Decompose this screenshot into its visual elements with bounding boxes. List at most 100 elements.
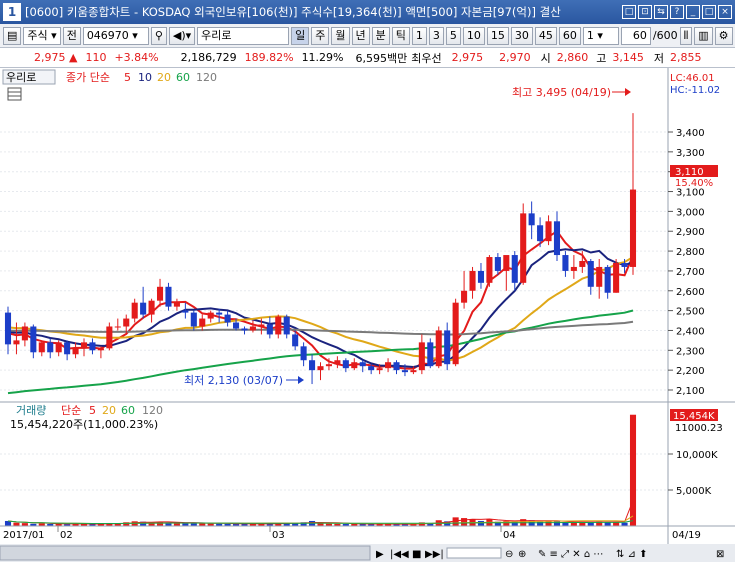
help-icon[interactable]: ?: [670, 5, 684, 19]
indicator-icon[interactable]: ▥: [694, 26, 713, 45]
candle-body: [207, 312, 214, 319]
candle-body: [275, 316, 282, 335]
count-input[interactable]: 60: [620, 26, 651, 45]
candle-body: [410, 370, 417, 373]
best-bid: 2,975: [451, 51, 484, 64]
candle-body: [511, 255, 518, 283]
speaker-icon[interactable]: ◀)▾: [168, 26, 196, 45]
x-label-mar: 03: [272, 530, 285, 541]
candle-body: [418, 342, 425, 371]
volume-panel-name[interactable]: 거래량: [16, 404, 46, 417]
min-price-label: 최저 2,130 (03/07): [184, 374, 283, 387]
period-day-button[interactable]: 일: [291, 26, 310, 45]
price-change: 110: [85, 51, 107, 64]
period-year-button[interactable]: 년: [351, 26, 370, 45]
lock-icon[interactable]: ⊡: [638, 5, 652, 19]
zoom-in-icon[interactable]: ⊕: [518, 549, 526, 560]
candle-body: [148, 300, 155, 315]
interval-5-button[interactable]: 5: [445, 26, 461, 45]
candle-body: [494, 257, 501, 271]
zoom-out-icon[interactable]: ⊖: [505, 549, 513, 560]
best-ask: 2,970: [499, 51, 531, 64]
volume-bar: [553, 521, 561, 526]
volume-bar: [629, 414, 637, 526]
interval-1-button[interactable]: 1: [411, 26, 427, 45]
volume-indicator-name[interactable]: 단순: [61, 404, 81, 417]
turnover-ratio: 11.29%: [301, 51, 344, 64]
scroll-track[interactable]: [0, 545, 371, 561]
price-tick-label: 2,300: [676, 346, 705, 357]
candle-body: [401, 370, 408, 373]
table-toggle-icon[interactable]: [7, 87, 22, 101]
interval-select[interactable]: 1 ▾: [582, 26, 619, 45]
restore-icon[interactable]: □: [622, 5, 636, 19]
rewind-icon[interactable]: |◀◀: [390, 549, 409, 560]
vol-ma-60-label: 60: [121, 404, 135, 417]
ma-5-label: 5: [124, 71, 131, 84]
price-tick-label: 2,800: [676, 247, 705, 258]
candle-body: [368, 366, 375, 371]
draw-tools-icon[interactable]: ✎ ≡ ⤢ ✕ ⌂ ⋯: [538, 549, 603, 560]
volume-bar: [477, 520, 485, 526]
scroll-right-icon[interactable]: ▶: [376, 549, 384, 560]
zoom-slider[interactable]: [446, 547, 502, 559]
interval-45-button[interactable]: 45: [534, 26, 557, 45]
zoom-icon[interactable]: ⫴: [679, 26, 693, 45]
price-tick-label: 2,100: [676, 386, 705, 397]
candle-body: [199, 318, 206, 327]
interval-3-button[interactable]: 3: [428, 26, 444, 45]
volume-bar: [461, 518, 468, 526]
stock-code-input[interactable]: 046970 ▾: [82, 26, 149, 45]
candle-body: [587, 261, 594, 287]
interval-30-button[interactable]: 30: [510, 26, 533, 45]
count-total: /600: [652, 29, 678, 42]
settings-icon[interactable]: ⚙: [714, 26, 733, 45]
period-tick-button[interactable]: 틱: [391, 26, 410, 45]
best-bid-label: 최우선: [411, 51, 442, 65]
period-month-button[interactable]: 월: [331, 26, 350, 45]
maximize-icon[interactable]: □: [702, 5, 716, 19]
jeon-button[interactable]: 전: [62, 26, 81, 45]
candle-body: [469, 270, 476, 291]
transfer-icon[interactable]: ⇆: [654, 5, 668, 19]
interval-60-button[interactable]: 60: [558, 26, 581, 45]
period-minute-button[interactable]: 분: [371, 26, 390, 45]
interval-10-button[interactable]: 10: [462, 26, 485, 45]
open-label: 시: [540, 51, 551, 65]
candle-body: [629, 189, 637, 267]
candle-body: [89, 342, 96, 351]
window-number: 1: [3, 3, 21, 21]
vol-ma-20-label: 20: [102, 404, 116, 417]
market-select[interactable]: 주식 ▾: [23, 26, 61, 45]
close-icon[interactable]: ×: [718, 5, 732, 19]
ma-20-label: 20: [157, 71, 171, 84]
candle-body: [4, 312, 12, 345]
price-tick-label: 3,300: [676, 148, 705, 159]
candle-body: [452, 302, 459, 365]
expand-icon[interactable]: ⊠: [716, 549, 724, 560]
drawing-icons[interactable]: ⇅ ⊿ ⬆: [616, 549, 648, 560]
stock-name-field[interactable]: 우리로: [197, 26, 290, 45]
price-indicator-name[interactable]: 종가 단순: [66, 71, 110, 84]
high-label: 고: [596, 51, 607, 65]
candle-body: [570, 266, 577, 271]
price-tick-label: 2,600: [676, 287, 705, 298]
interval-15-button[interactable]: 15: [486, 26, 509, 45]
chart-toggle-icon[interactable]: ▤: [3, 26, 22, 45]
stop-icon[interactable]: ■: [412, 549, 421, 560]
price-panel-name[interactable]: 우리로: [6, 71, 36, 84]
candle-body: [376, 368, 383, 371]
candle-body: [182, 310, 189, 313]
search-icon[interactable]: ⚲: [150, 26, 167, 45]
price-tick-label: 2,500: [676, 307, 705, 318]
last-date-label: 04/19: [672, 530, 701, 541]
price-tick-label: 2,700: [676, 267, 705, 278]
candle-body: [30, 326, 37, 353]
stock-chart[interactable]: 2,100 2,200 2,300 2,400 2,500 2,600 2,700 2,800…: [0, 68, 735, 562]
minimize-icon[interactable]: _: [686, 5, 700, 19]
low-label: 저: [653, 51, 664, 65]
period-week-button[interactable]: 주: [311, 26, 330, 45]
candle-body: [13, 340, 20, 345]
candle-body: [528, 213, 535, 226]
forward-icon[interactable]: ▶▶|: [425, 549, 444, 560]
